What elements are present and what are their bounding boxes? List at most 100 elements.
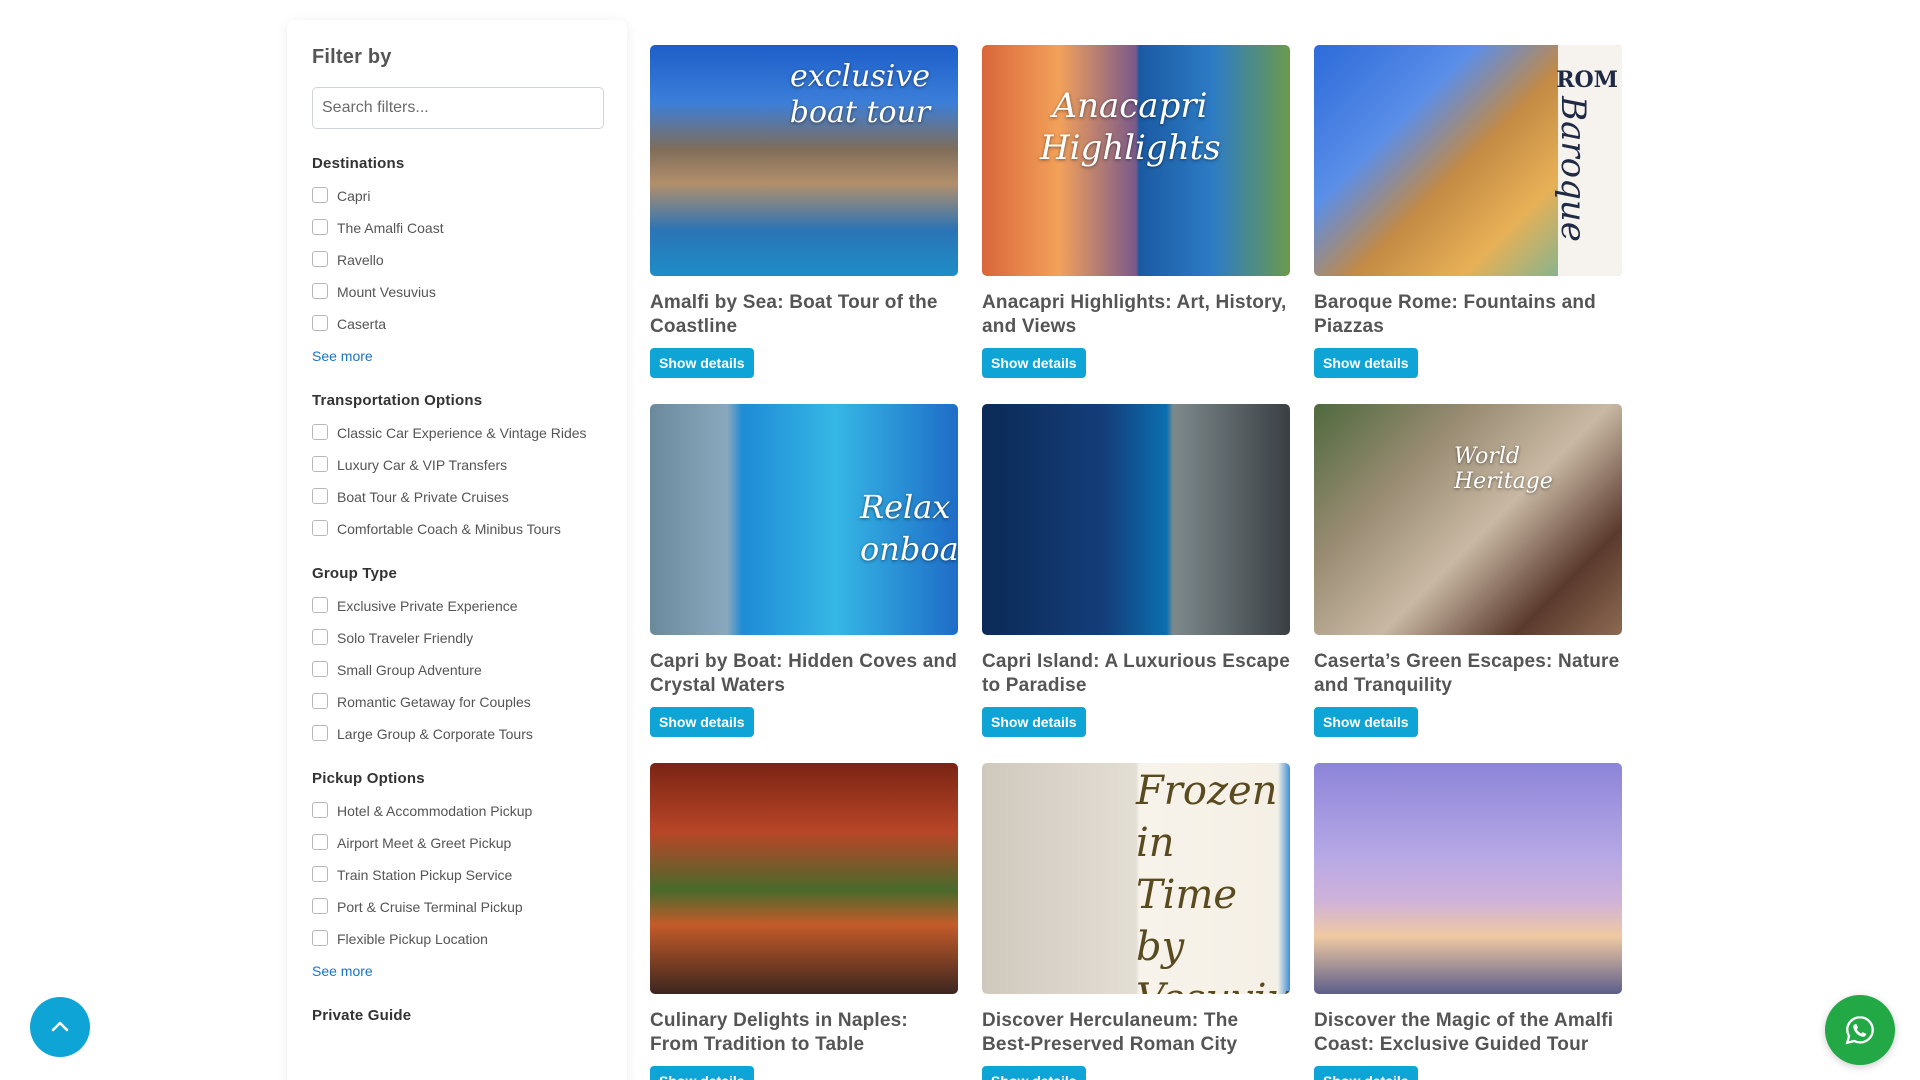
checkbox[interactable]: [312, 251, 328, 267]
checkbox[interactable]: [312, 520, 328, 536]
section-title: Group Type: [312, 565, 398, 582]
filter-option-private[interactable]: Exclusive Private Experience: [312, 596, 602, 616]
option-label: Boat Tour & Private Cruises: [337, 489, 509, 505]
filter-option-flexible-pickup[interactable]: Flexible Pickup Location: [312, 929, 602, 949]
checkbox[interactable]: [312, 898, 328, 914]
tour-card: World Heritage Caserta’s Green Escapes: …: [1314, 404, 1622, 739]
whatsapp-chat-button[interactable]: [1825, 995, 1895, 1065]
see-more-destinations-link[interactable]: See more: [312, 348, 373, 364]
tour-title[interactable]: Culinary Delights in Naples: From Tradit…: [650, 1009, 958, 1057]
tour-title[interactable]: Amalfi by Sea: Boat Tour of the Coastlin…: [650, 291, 958, 339]
filter-option-vesuvius[interactable]: Mount Vesuvius: [312, 282, 602, 302]
filter-option-capri[interactable]: Capri: [312, 186, 602, 206]
checkbox[interactable]: [312, 283, 328, 299]
tour-image[interactable]: Relax onboard: [650, 404, 958, 635]
checkbox[interactable]: [312, 456, 328, 472]
checkbox[interactable]: [312, 219, 328, 235]
image-caption: Anacapri Highlights: [1040, 86, 1221, 168]
checkbox[interactable]: [312, 488, 328, 504]
tour-title[interactable]: Discover Herculaneum: The Best-Preserved…: [982, 1009, 1290, 1057]
filter-option-classic-car[interactable]: Classic Car Experience & Vintage Rides: [312, 423, 602, 443]
tour-title[interactable]: Baroque Rome: Fountains and Piazzas: [1314, 291, 1622, 339]
chevron-up-icon: [51, 1021, 69, 1032]
section-title: Destinations: [312, 155, 405, 172]
tour-card: Capri Island: A Luxurious Escape to Para…: [982, 404, 1290, 739]
section-title: Private Guide: [312, 1007, 412, 1024]
tour-grid: exclusive boat tour Amalfi by Sea: Boat …: [650, 45, 1622, 1080]
tour-image[interactable]: World Heritage: [1314, 404, 1622, 635]
tour-image[interactable]: [1314, 763, 1622, 994]
filter-option-solo[interactable]: Solo Traveler Friendly: [312, 628, 602, 648]
show-details-button[interactable]: Show details: [982, 1066, 1086, 1080]
option-label: Romantic Getaway for Couples: [337, 694, 531, 710]
option-label: Small Group Adventure: [337, 662, 482, 678]
filter-option-amalfi-coast[interactable]: The Amalfi Coast: [312, 218, 602, 238]
show-details-button[interactable]: Show details: [982, 348, 1086, 378]
tour-image[interactable]: Anacapri Highlights: [982, 45, 1290, 276]
tour-card: exclusive boat tour Amalfi by Sea: Boat …: [650, 45, 958, 380]
filter-option-luxury-car[interactable]: Luxury Car & VIP Transfers: [312, 455, 602, 475]
filter-option-train-pickup[interactable]: Train Station Pickup Service: [312, 865, 602, 885]
checkbox[interactable]: [312, 315, 328, 331]
filter-option-large-group[interactable]: Large Group & Corporate Tours: [312, 724, 602, 744]
show-details-button[interactable]: Show details: [1314, 1066, 1418, 1080]
tour-card: Discover the Magic of the Amalfi Coast: …: [1314, 763, 1622, 1080]
filter-option-couples[interactable]: Romantic Getaway for Couples: [312, 692, 602, 712]
tour-card: Relax onboard Capri by Boat: Hidden Cove…: [650, 404, 958, 739]
checkbox[interactable]: [312, 866, 328, 882]
option-label: Ravello: [337, 252, 384, 268]
filter-option-coach[interactable]: Comfortable Coach & Minibus Tours: [312, 519, 602, 539]
checkbox[interactable]: [312, 187, 328, 203]
section-title: Transportation Options: [312, 392, 483, 409]
checkbox[interactable]: [312, 424, 328, 440]
option-label: Mount Vesuvius: [337, 284, 436, 300]
tour-image[interactable]: Frozen in Time by Vesuvius: [982, 763, 1290, 994]
filter-title: Filter by: [312, 46, 392, 68]
checkbox[interactable]: [312, 661, 328, 677]
tour-image[interactable]: exclusive boat tour: [650, 45, 958, 276]
filter-option-port-pickup[interactable]: Port & Cruise Terminal Pickup: [312, 897, 602, 917]
filter-option-ravello[interactable]: Ravello: [312, 250, 602, 270]
scroll-to-top-button[interactable]: [30, 997, 90, 1057]
tour-image[interactable]: [650, 763, 958, 994]
filter-sidebar: Filter by Destinations Capri The Amalfi …: [287, 20, 627, 1080]
option-label: The Amalfi Coast: [337, 220, 444, 236]
show-details-button[interactable]: Show details: [650, 1066, 754, 1080]
option-label: Airport Meet & Greet Pickup: [337, 835, 512, 851]
filter-option-hotel-pickup[interactable]: Hotel & Accommodation Pickup: [312, 801, 602, 821]
tour-title[interactable]: Discover the Magic of the Amalfi Coast: …: [1314, 1009, 1622, 1057]
show-details-button[interactable]: Show details: [982, 707, 1086, 737]
option-label: Large Group & Corporate Tours: [337, 726, 533, 742]
filter-option-boat-tour[interactable]: Boat Tour & Private Cruises: [312, 487, 602, 507]
image-caption: Frozen in Time by Vesuvius: [1136, 768, 1290, 994]
checkbox[interactable]: [312, 802, 328, 818]
option-label: Port & Cruise Terminal Pickup: [337, 899, 523, 915]
checkbox[interactable]: [312, 725, 328, 741]
show-details-button[interactable]: Show details: [1314, 348, 1418, 378]
show-details-button[interactable]: Show details: [650, 348, 754, 378]
filter-option-airport-pickup[interactable]: Airport Meet & Greet Pickup: [312, 833, 602, 853]
show-details-button[interactable]: Show details: [1314, 707, 1418, 737]
tour-title[interactable]: Capri Island: A Luxurious Escape to Para…: [982, 650, 1290, 698]
see-more-pickup-link[interactable]: See more: [312, 963, 373, 979]
checkbox[interactable]: [312, 629, 328, 645]
show-details-button[interactable]: Show details: [650, 707, 754, 737]
checkbox[interactable]: [312, 693, 328, 709]
tour-image[interactable]: ROM Baroque: [1314, 45, 1622, 276]
section-transportation: Transportation Options Classic Car Exper…: [312, 392, 602, 539]
option-label: Classic Car Experience & Vintage Rides: [337, 425, 587, 441]
filter-option-small-group[interactable]: Small Group Adventure: [312, 660, 602, 680]
checkbox[interactable]: [312, 930, 328, 946]
tour-card: Culinary Delights in Naples: From Tradit…: [650, 763, 958, 1080]
option-label: Solo Traveler Friendly: [337, 630, 474, 646]
section-title: Pickup Options: [312, 770, 425, 787]
tour-title[interactable]: Caserta’s Green Escapes: Nature and Tran…: [1314, 650, 1622, 698]
checkbox[interactable]: [312, 597, 328, 613]
filter-option-caserta[interactable]: Caserta: [312, 314, 602, 334]
tour-image[interactable]: [982, 404, 1290, 635]
checkbox[interactable]: [312, 834, 328, 850]
tour-title[interactable]: Anacapri Highlights: Art, History, and V…: [982, 291, 1290, 339]
option-label: Luxury Car & VIP Transfers: [337, 457, 508, 473]
search-filters-input[interactable]: [312, 87, 604, 129]
tour-title[interactable]: Capri by Boat: Hidden Coves and Crystal …: [650, 650, 958, 698]
